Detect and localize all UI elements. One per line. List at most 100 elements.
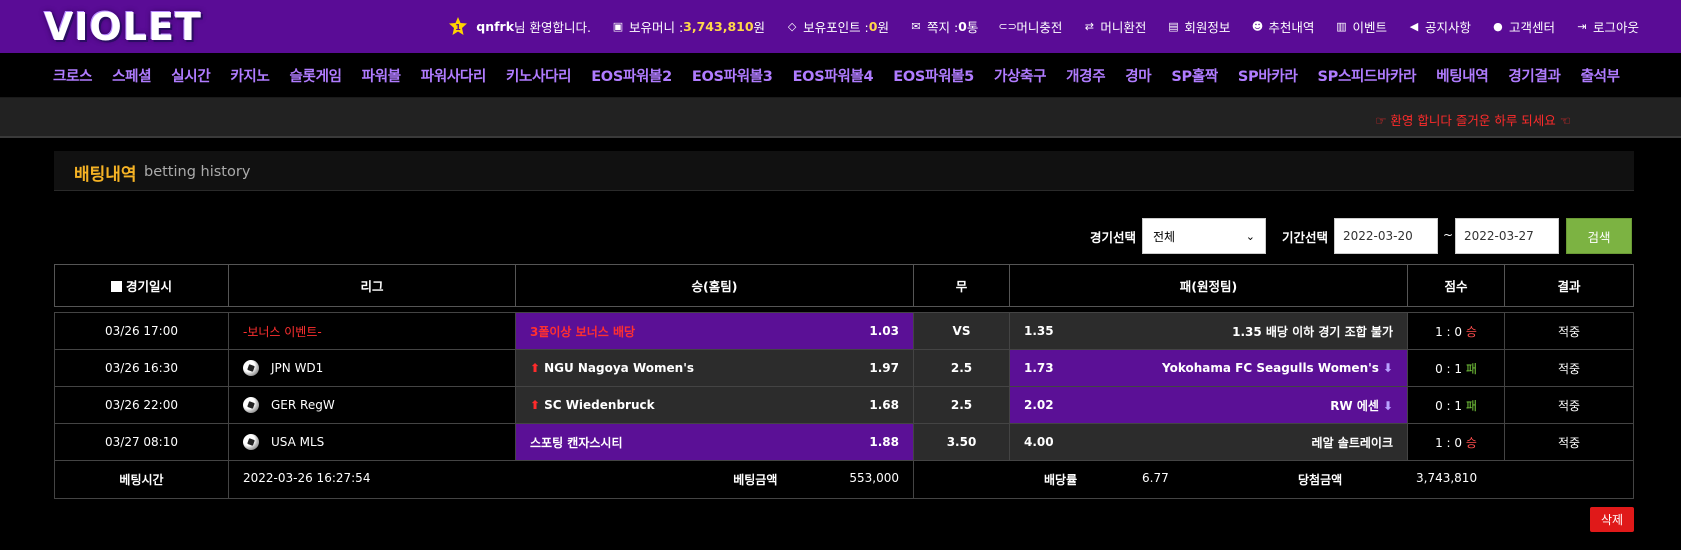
cell-home[interactable]: ⬆ SC Wiedenbruck 1.68 bbox=[515, 386, 914, 424]
nav-item[interactable]: 실시간 bbox=[171, 65, 210, 86]
cell-league: GER RegW bbox=[228, 386, 516, 424]
cell-away[interactable]: 2.02 RW 에센 ⬇ bbox=[1009, 386, 1408, 424]
table-row: 03/26 22:00 GER RegW ⬆ SC Wiedenbruck 1.68… bbox=[54, 386, 1634, 424]
nav-item[interactable]: 카지노 bbox=[230, 65, 269, 86]
nav-item[interactable]: 개경주 bbox=[1066, 65, 1105, 86]
col-date[interactable]: 경기일시 bbox=[54, 264, 229, 307]
link-money-charge[interactable]: ⊂⊃ 머니충전 bbox=[998, 17, 1062, 36]
soccer-ball-icon bbox=[243, 397, 259, 413]
nav-item[interactable]: SP홀짝 bbox=[1171, 65, 1218, 86]
away-team: Yokohama FC Seagulls Women's bbox=[1161, 361, 1379, 375]
link-notices[interactable]: ◀ 공지사항 bbox=[1407, 17, 1471, 36]
link-member-info[interactable]: ▤ 회원정보 bbox=[1166, 17, 1230, 36]
delete-button[interactable]: 삭제 bbox=[1590, 507, 1634, 532]
cell-home[interactable]: ⬆ NGU Nagoya Women's 1.97 bbox=[515, 349, 914, 387]
arrow-up-icon: ⬆ bbox=[530, 398, 541, 412]
site-logo[interactable]: VIOLET bbox=[44, 5, 202, 49]
nav-item[interactable]: 경마 bbox=[1125, 65, 1151, 86]
link-label: 이벤트 bbox=[1352, 20, 1387, 35]
nav-item[interactable]: 슬롯게임 bbox=[290, 65, 342, 86]
cell-draw[interactable]: 2.5 bbox=[913, 386, 1010, 424]
table-row: 03/27 08:10 USA MLS 스포팅 캔자스시티 1.88 3.50 4… bbox=[54, 423, 1634, 461]
cell-away[interactable]: 1.35 1.35 배당 이하 경기 조합 불가 bbox=[1009, 312, 1408, 350]
period-label: 기간선택 bbox=[1282, 230, 1329, 245]
home-odds: 1.68 bbox=[869, 398, 899, 412]
odds-label: 배당률 bbox=[1044, 473, 1078, 487]
cell-score: 1 : 0 승 bbox=[1407, 312, 1505, 350]
nav-item[interactable]: EOS파워볼5 bbox=[893, 65, 974, 86]
history-table-header: 경기일시 리그 승(홈팀) 무 패(원정팀) 점수 결과 bbox=[54, 264, 1634, 307]
nav-item[interactable]: 출석부 bbox=[1581, 65, 1620, 86]
nav-item[interactable]: 가상축구 bbox=[994, 65, 1046, 86]
search-button[interactable]: 검색 bbox=[1566, 218, 1632, 254]
cell-draw[interactable]: 2.5 bbox=[913, 349, 1010, 387]
cell-date: 03/26 22:00 bbox=[54, 386, 229, 424]
league-name: USA MLS bbox=[271, 435, 325, 449]
link-logout[interactable]: ⇥ 로그아웃 bbox=[1575, 17, 1639, 36]
col-away: 패(원정팀) bbox=[1009, 264, 1408, 307]
point-label: 보유포인트 : bbox=[803, 20, 869, 35]
link-label: 추천내역 bbox=[1268, 20, 1315, 35]
link-money-exchange[interactable]: ⇄ 머니환전 bbox=[1082, 17, 1147, 36]
game-select[interactable]: 전체 ⌄ bbox=[1142, 218, 1266, 254]
col-score: 점수 bbox=[1407, 264, 1505, 307]
score-value: 0 : 1 bbox=[1435, 361, 1463, 376]
money-icon: ▣ bbox=[612, 19, 624, 33]
nav-item[interactable]: 베팅내역 bbox=[1436, 65, 1488, 86]
date-from-input[interactable]: 2022-03-20 bbox=[1334, 218, 1438, 254]
score-value: 1 : 0 bbox=[1435, 435, 1463, 450]
away-odds: 4.00 bbox=[1024, 435, 1054, 449]
link-label: 로그아웃 bbox=[1592, 20, 1639, 35]
link-label: 머니충전 bbox=[1016, 20, 1063, 35]
nav-item[interactable]: 크로스 bbox=[53, 65, 92, 86]
cell-result: 적중 bbox=[1504, 312, 1634, 350]
link-label: 공지사항 bbox=[1424, 20, 1471, 35]
arrow-down-icon: ⬇ bbox=[1382, 398, 1393, 413]
nav-item[interactable]: 경기결과 bbox=[1508, 65, 1560, 86]
cell-draw[interactable]: 3.50 bbox=[913, 423, 1010, 461]
chevron-down-icon: ⌄ bbox=[1245, 229, 1255, 243]
money-unit: 원 bbox=[753, 20, 766, 35]
soccer-ball-icon bbox=[243, 360, 259, 376]
away-odds: 1.35 bbox=[1024, 324, 1054, 338]
col-result: 결과 bbox=[1504, 264, 1634, 307]
user-plus-icon: ☻ bbox=[1251, 19, 1264, 33]
money-balance: ▣ 보유머니 : 3,743,810 원 bbox=[611, 17, 765, 36]
link-icon: ⊂⊃ bbox=[998, 19, 1017, 33]
messages-link[interactable]: ✉ 쪽지 : 0 통 bbox=[909, 17, 978, 36]
cell-away[interactable]: 1.73 Yokohama FC Seagulls Women's ⬇ bbox=[1009, 349, 1408, 387]
link-events[interactable]: ▥ 이벤트 bbox=[1334, 17, 1387, 36]
money-value: 3,743,810 bbox=[683, 19, 754, 34]
nav-item[interactable]: 스페셜 bbox=[112, 65, 151, 86]
table-row: 03/26 16:30 JPN WD1 ⬆ NGU Nagoya Women's 1… bbox=[54, 349, 1634, 387]
cell-date: 03/26 16:30 bbox=[54, 349, 229, 387]
cell-league: -보너스 이벤트- bbox=[228, 312, 516, 350]
date-separator: ~ bbox=[1443, 228, 1454, 242]
cell-home[interactable]: 3폴이상 보너스 배당 1.03 bbox=[515, 312, 914, 350]
nav-item[interactable]: EOS파워볼4 bbox=[793, 65, 874, 86]
select-all-checkbox[interactable] bbox=[110, 281, 122, 292]
away-team: 레알 솔트레이크 bbox=[1311, 435, 1393, 450]
link-label: 회원정보 bbox=[1184, 20, 1231, 35]
cell-home[interactable]: 스포팅 캔자스시티 1.88 bbox=[515, 423, 914, 461]
link-support[interactable]: ● 고객센터 bbox=[1491, 17, 1555, 36]
nav-item[interactable]: 파워볼 bbox=[362, 65, 401, 86]
nav-item[interactable]: SP바카라 bbox=[1238, 65, 1298, 86]
nav-item[interactable]: EOS파워볼2 bbox=[591, 65, 672, 86]
date-to-input[interactable]: 2022-03-27 bbox=[1455, 218, 1559, 254]
top-bar: VIOLET 1 qnfrk 님 환영합니다. ▣ 보유머니 : 3,743,81… bbox=[0, 0, 1681, 53]
away-team: RW 에센 bbox=[1330, 398, 1379, 413]
bet-amount-value: 553,000 bbox=[849, 471, 899, 485]
cell-away[interactable]: 4.00 레알 솔트레이크 bbox=[1009, 423, 1408, 461]
nav-item[interactable]: 키노사다리 bbox=[506, 65, 572, 86]
home-team: 3폴이상 보너스 배당 bbox=[530, 324, 636, 339]
nav-item[interactable]: 파워사다리 bbox=[421, 65, 487, 86]
main-nav: 크로스 스페셜 실시간 카지노 슬롯게임 파워볼 파워사다리 키노사다리 EOS… bbox=[0, 53, 1681, 98]
megaphone-icon: ◀ bbox=[1409, 19, 1419, 33]
away-odds: 1.73 bbox=[1024, 361, 1054, 375]
nav-item[interactable]: EOS파워볼3 bbox=[692, 65, 773, 86]
link-referrals[interactable]: ☻ 추천내역 bbox=[1250, 17, 1315, 36]
col-home: 승(홈팀) bbox=[515, 264, 914, 307]
nav-item[interactable]: SP스피드바카라 bbox=[1318, 65, 1417, 86]
score-value: 1 : 0 bbox=[1435, 324, 1463, 339]
